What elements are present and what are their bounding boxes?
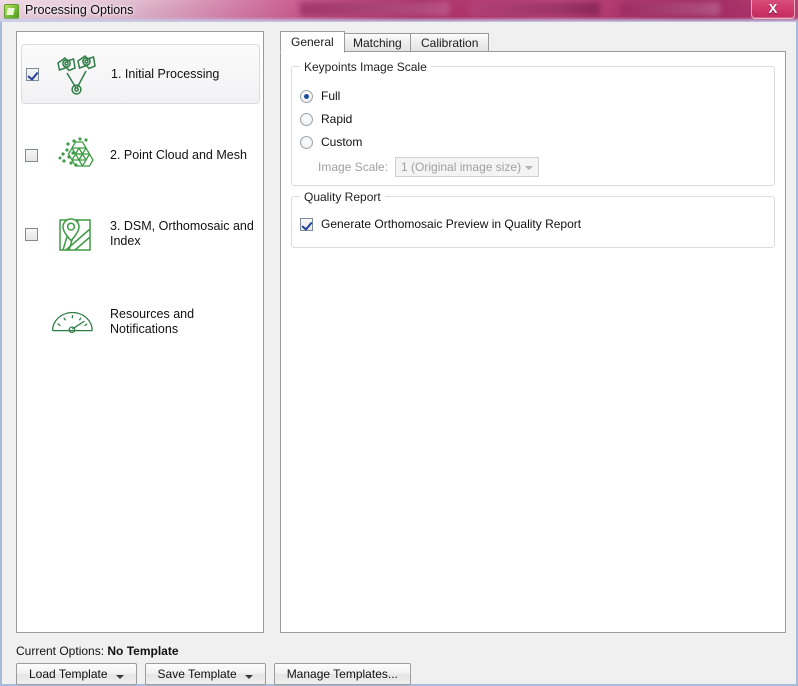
tab-general[interactable]: General — [280, 31, 345, 53]
chevron-down-icon[interactable] — [244, 675, 253, 679]
image-scale-row: Image Scale: 1 (Original image size) — [318, 157, 540, 177]
processing-steps-list: 1. Initial Processing 2. Point Cloud and… — [16, 31, 264, 633]
checkbox-dsm-orthomosaic-index[interactable] — [25, 227, 38, 241]
close-button[interactable]: X — [751, 0, 795, 19]
sidebar-item-label: 3. DSM, Orthomosaic and Index — [110, 219, 254, 248]
tab-panel-general: Keypoints Image Scale Full Rapid Custom … — [280, 51, 786, 633]
manage-templates-label: Manage Templates... — [286, 667, 398, 681]
radio-option-full[interactable]: Full — [300, 89, 340, 103]
titlebar-blur-region — [470, 2, 600, 16]
radio-label-rapid: Rapid — [321, 112, 353, 126]
quality-report-group: Quality Report Generate Orthomosaic Prev… — [291, 190, 775, 248]
titlebar-blur-region — [300, 2, 450, 16]
sidebar-item-point-cloud-and-mesh[interactable]: 2. Point Cloud and Mesh — [21, 127, 260, 183]
manage-templates-button[interactable]: Manage Templates... — [273, 663, 411, 685]
current-options-status: Current Options: No Template — [16, 644, 179, 658]
sidebar-item-initial-processing[interactable]: 1. Initial Processing — [21, 44, 260, 104]
radio-label-full: Full — [321, 89, 341, 103]
checkbox-initial-processing[interactable] — [26, 67, 39, 81]
radio-label-custom: Custom — [321, 135, 363, 149]
titlebar-blur-region — [620, 2, 720, 16]
close-icon: X — [768, 1, 778, 16]
footer-button-bar: Load Template Save Template Manage Templ… — [16, 663, 411, 685]
load-template-button[interactable]: Load Template — [16, 663, 137, 685]
gauge-icon — [50, 299, 100, 345]
app-icon — [4, 4, 19, 19]
radio-option-rapid[interactable]: Rapid — [300, 112, 352, 126]
checkbox-point-cloud-and-mesh[interactable] — [25, 148, 38, 162]
save-template-button[interactable]: Save Template — [144, 663, 266, 685]
image-scale-dropdown[interactable]: 1 (Original image size) — [395, 157, 540, 177]
image-scale-value: 1 (Original image size) — [401, 160, 522, 174]
save-template-label: Save Template — [157, 667, 237, 681]
radio-full[interactable] — [300, 89, 313, 103]
tab-calibration[interactable]: Calibration — [410, 33, 490, 52]
map-pin-icon — [50, 211, 100, 257]
sidebar-item-label: 2. Point Cloud and Mesh — [110, 147, 247, 162]
camera-triangulation-icon — [51, 51, 101, 97]
current-options-value: No Template — [107, 644, 179, 658]
processing-options-window: Processing Options X 1. Initial Processi… — [0, 0, 798, 686]
group-title: Keypoints Image Scale — [300, 60, 431, 74]
radio-rapid[interactable] — [300, 112, 313, 126]
checkbox-label-generate-orthomosaic-preview: Generate Orthomosaic Preview in Quality … — [321, 217, 582, 231]
checkbox-generate-orthomosaic-preview[interactable] — [300, 217, 313, 231]
load-template-label: Load Template — [29, 667, 108, 681]
tab-strip: General Matching Calibration — [280, 31, 786, 53]
sidebar-item-label: Resources and Notifications — [110, 307, 195, 336]
generate-orthomosaic-preview-row[interactable]: Generate Orthomosaic Preview in Quality … — [300, 217, 581, 231]
group-title: Quality Report — [300, 190, 385, 204]
title-bar: Processing Options — [0, 0, 798, 22]
radio-custom[interactable] — [300, 135, 313, 149]
radio-option-custom[interactable]: Custom — [300, 135, 362, 149]
current-options-label: Current Options: — [16, 644, 105, 658]
keypoints-image-scale-group: Keypoints Image Scale Full Rapid Custom … — [291, 60, 775, 186]
tab-matching[interactable]: Matching — [342, 33, 413, 52]
sidebar-item-resources-and-notifications[interactable]: Resources and Notifications — [21, 294, 260, 350]
point-cloud-mesh-icon — [50, 132, 100, 178]
window-title: Processing Options — [25, 3, 134, 17]
chevron-down-icon[interactable] — [115, 675, 124, 679]
sidebar-item-dsm-orthomosaic-index[interactable]: 3. DSM, Orthomosaic and Index — [21, 204, 260, 264]
image-scale-label: Image Scale: — [318, 160, 389, 174]
window-client-area: 1. Initial Processing 2. Point Cloud and… — [0, 22, 798, 686]
chevron-down-icon — [525, 166, 534, 170]
sidebar-item-label: 1. Initial Processing — [111, 66, 220, 81]
